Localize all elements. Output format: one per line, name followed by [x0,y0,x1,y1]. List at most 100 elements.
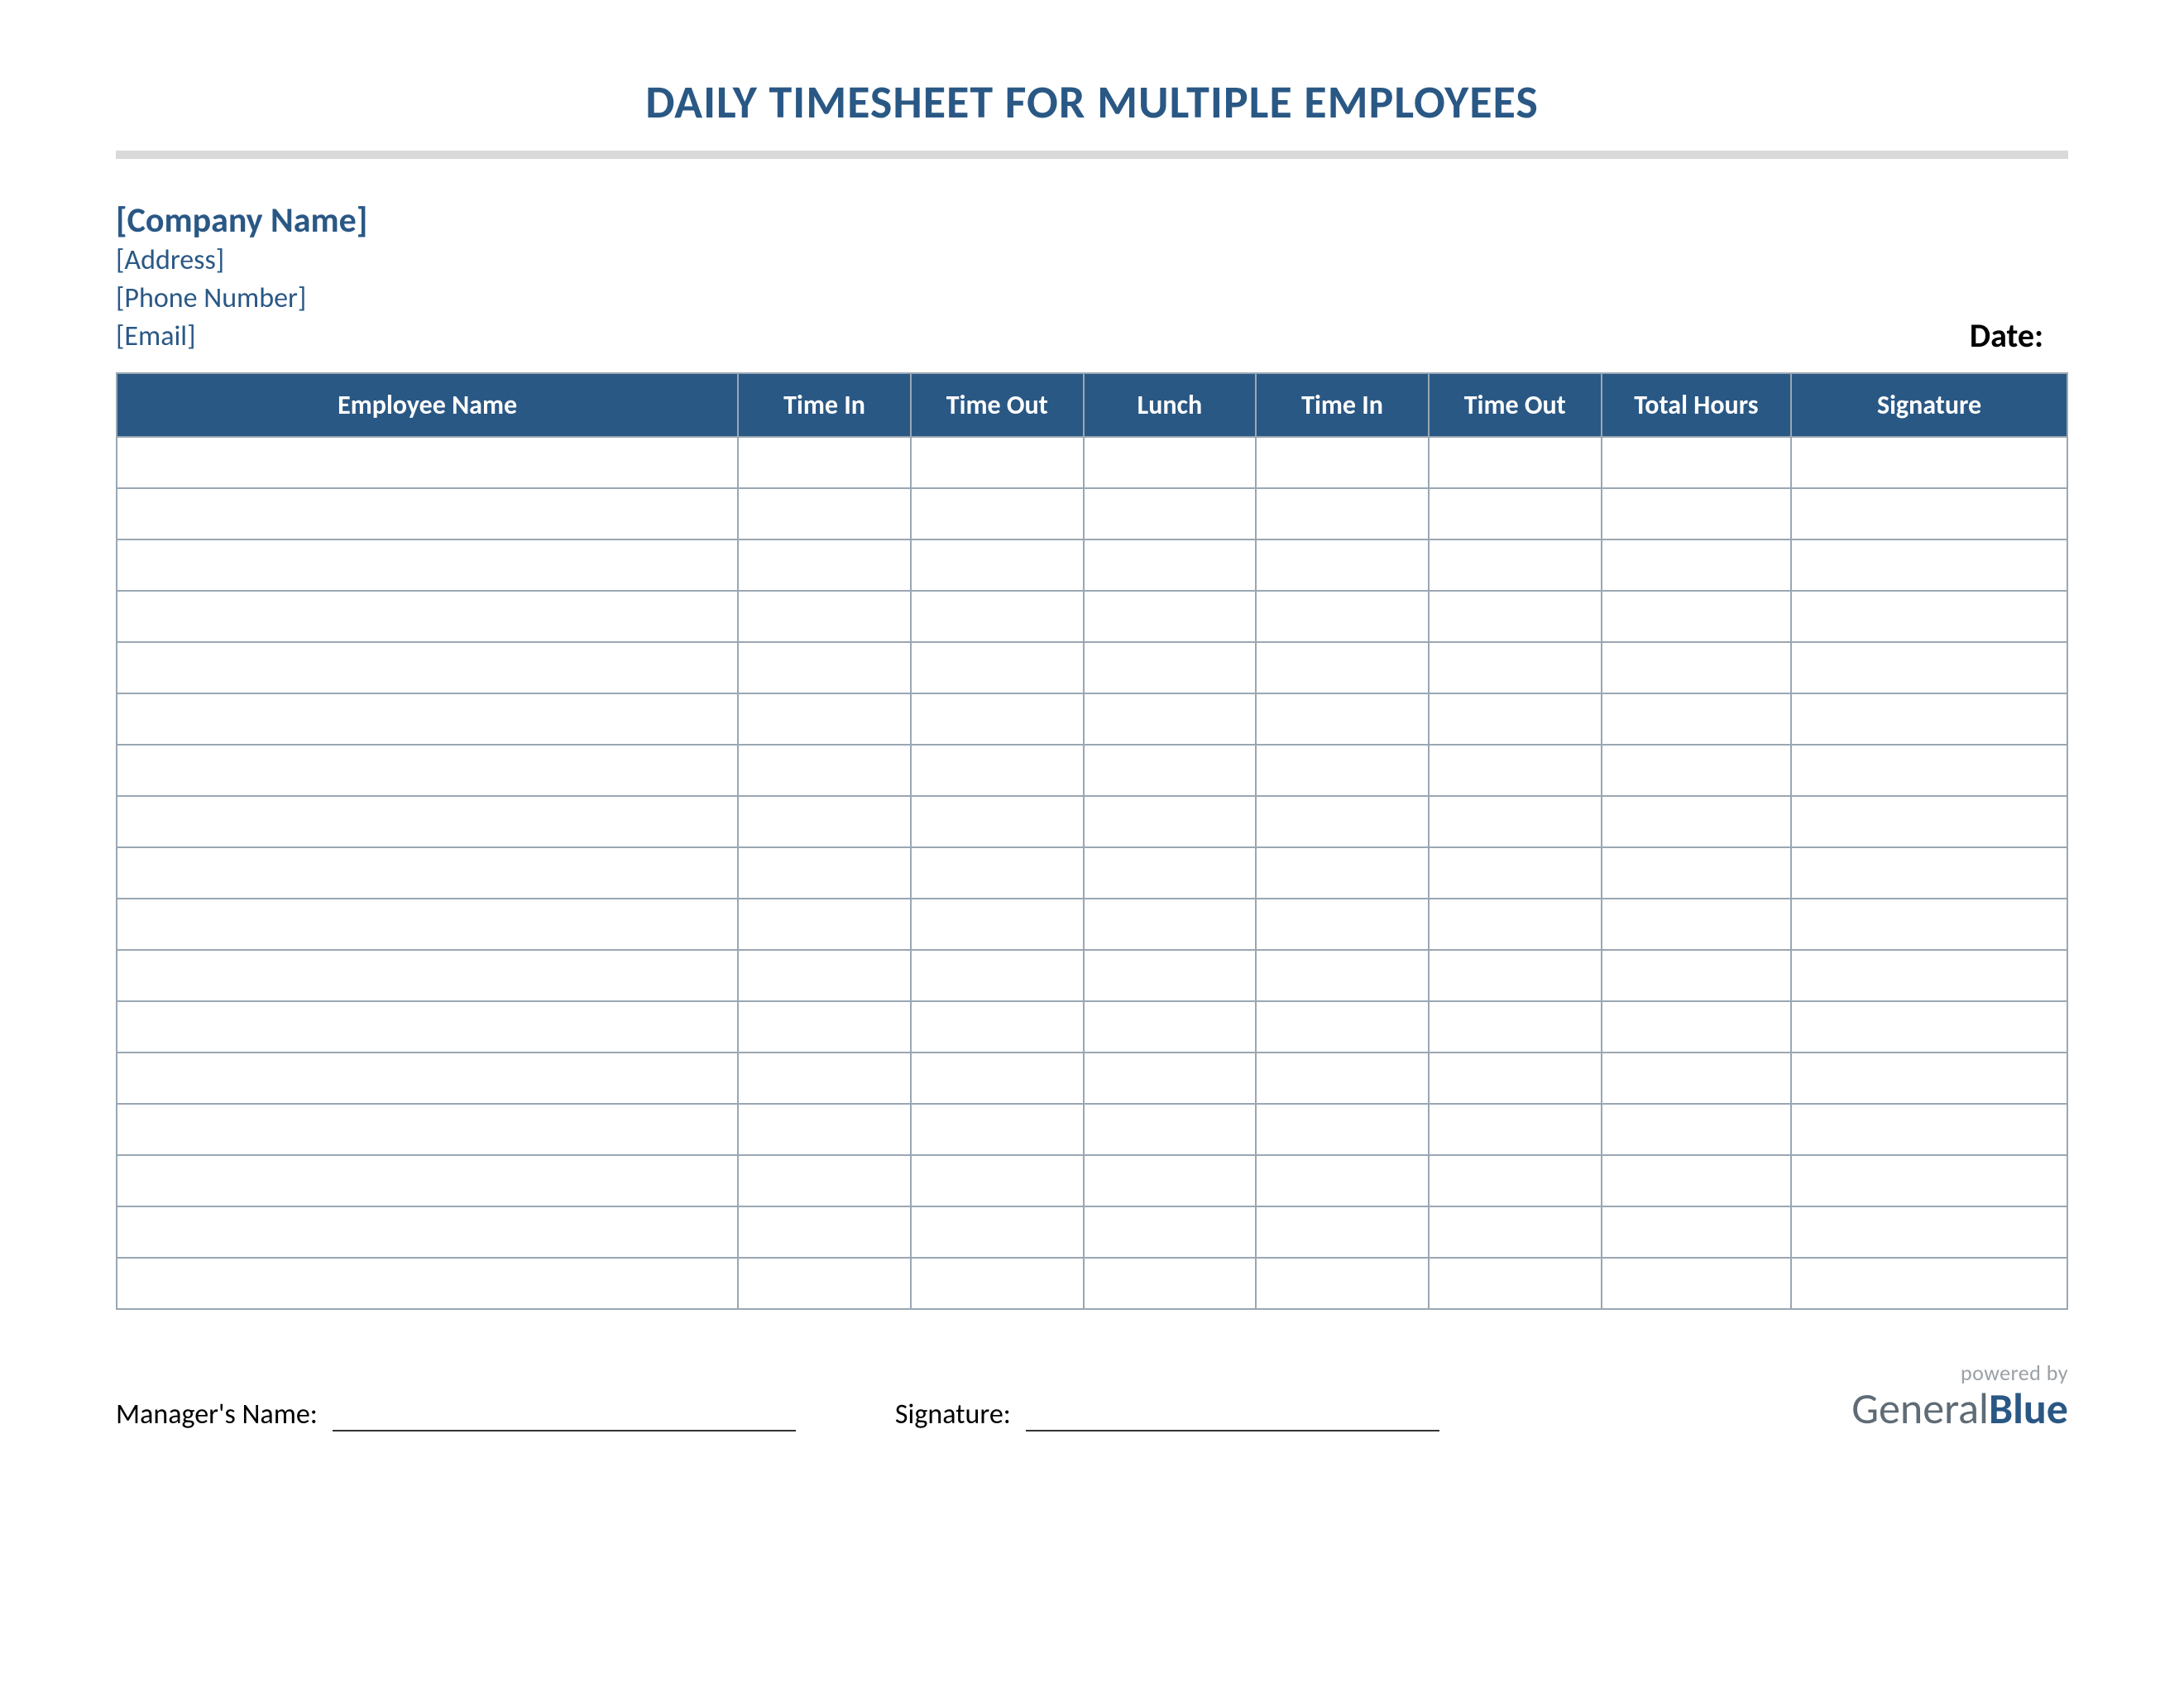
table-cell[interactable] [738,1155,911,1206]
table-cell[interactable] [1791,539,2067,591]
table-cell[interactable] [1256,847,1429,899]
table-cell[interactable] [911,1258,1084,1309]
table-cell[interactable] [1791,796,2067,847]
table-cell[interactable] [1084,1155,1257,1206]
table-cell[interactable] [738,950,911,1001]
table-cell[interactable] [1791,642,2067,693]
table-cell[interactable] [1602,745,1792,796]
table-cell[interactable] [1429,847,1602,899]
table-cell[interactable] [1602,847,1792,899]
table-cell[interactable] [117,899,738,950]
table-cell[interactable] [1791,1206,2067,1258]
table-cell[interactable] [1084,796,1257,847]
table-cell[interactable] [1429,1258,1602,1309]
table-cell[interactable] [1084,847,1257,899]
table-cell[interactable] [1602,1155,1792,1206]
table-cell[interactable] [1602,1104,1792,1155]
table-cell[interactable] [1791,745,2067,796]
table-cell[interactable] [1429,1053,1602,1104]
table-cell[interactable] [1256,796,1429,847]
company-phone-placeholder[interactable]: [Phone Number] [116,280,2068,318]
table-cell[interactable] [1429,1104,1602,1155]
table-cell[interactable] [1256,591,1429,642]
table-cell[interactable] [117,1155,738,1206]
table-cell[interactable] [738,1206,911,1258]
table-cell[interactable] [1791,1053,2067,1104]
table-cell[interactable] [738,693,911,745]
table-cell[interactable] [1084,745,1257,796]
table-cell[interactable] [1791,899,2067,950]
table-cell[interactable] [1602,591,1792,642]
company-address-placeholder[interactable]: [Address] [116,242,2068,280]
table-cell[interactable] [1429,437,1602,488]
table-cell[interactable] [1429,899,1602,950]
table-cell[interactable] [1429,1001,1602,1053]
table-cell[interactable] [117,488,738,539]
table-cell[interactable] [738,539,911,591]
table-cell[interactable] [911,1104,1084,1155]
table-cell[interactable] [911,642,1084,693]
table-cell[interactable] [738,899,911,950]
table-cell[interactable] [1602,1001,1792,1053]
table-cell[interactable] [1084,591,1257,642]
table-cell[interactable] [1791,1155,2067,1206]
table-cell[interactable] [1791,693,2067,745]
table-cell[interactable] [1429,796,1602,847]
table-cell[interactable] [117,591,738,642]
table-cell[interactable] [117,693,738,745]
table-cell[interactable] [738,1258,911,1309]
table-cell[interactable] [738,847,911,899]
table-cell[interactable] [1602,1206,1792,1258]
table-cell[interactable] [1084,1104,1257,1155]
table-cell[interactable] [911,591,1084,642]
table-cell[interactable] [1602,796,1792,847]
table-cell[interactable] [738,1053,911,1104]
table-cell[interactable] [1602,488,1792,539]
table-cell[interactable] [1256,1104,1429,1155]
table-cell[interactable] [1256,539,1429,591]
table-cell[interactable] [1084,1053,1257,1104]
table-cell[interactable] [1084,488,1257,539]
table-cell[interactable] [911,488,1084,539]
table-cell[interactable] [911,693,1084,745]
table-cell[interactable] [911,950,1084,1001]
table-cell[interactable] [1429,1155,1602,1206]
table-cell[interactable] [1084,1258,1257,1309]
table-cell[interactable] [911,1155,1084,1206]
table-cell[interactable] [738,1104,911,1155]
table-cell[interactable] [1256,899,1429,950]
table-cell[interactable] [911,745,1084,796]
table-cell[interactable] [1429,539,1602,591]
table-cell[interactable] [738,745,911,796]
table-cell[interactable] [1256,950,1429,1001]
table-cell[interactable] [1084,642,1257,693]
table-cell[interactable] [1602,693,1792,745]
table-cell[interactable] [1791,1258,2067,1309]
table-cell[interactable] [1084,539,1257,591]
table-cell[interactable] [911,1206,1084,1258]
table-cell[interactable] [1256,1001,1429,1053]
table-cell[interactable] [1429,1206,1602,1258]
table-cell[interactable] [117,1053,738,1104]
table-cell[interactable] [117,847,738,899]
table-cell[interactable] [1256,1053,1429,1104]
table-cell[interactable] [1256,1206,1429,1258]
table-cell[interactable] [1429,745,1602,796]
table-cell[interactable] [738,591,911,642]
table-cell[interactable] [117,950,738,1001]
table-cell[interactable] [1602,539,1792,591]
table-cell[interactable] [1791,591,2067,642]
table-cell[interactable] [1256,642,1429,693]
table-cell[interactable] [1256,745,1429,796]
table-cell[interactable] [117,1206,738,1258]
table-cell[interactable] [911,796,1084,847]
table-cell[interactable] [1084,437,1257,488]
table-cell[interactable] [1602,437,1792,488]
table-cell[interactable] [1791,437,2067,488]
table-cell[interactable] [1602,899,1792,950]
table-cell[interactable] [1602,950,1792,1001]
table-cell[interactable] [738,1001,911,1053]
table-cell[interactable] [117,1104,738,1155]
table-cell[interactable] [1256,1258,1429,1309]
table-cell[interactable] [1602,1053,1792,1104]
